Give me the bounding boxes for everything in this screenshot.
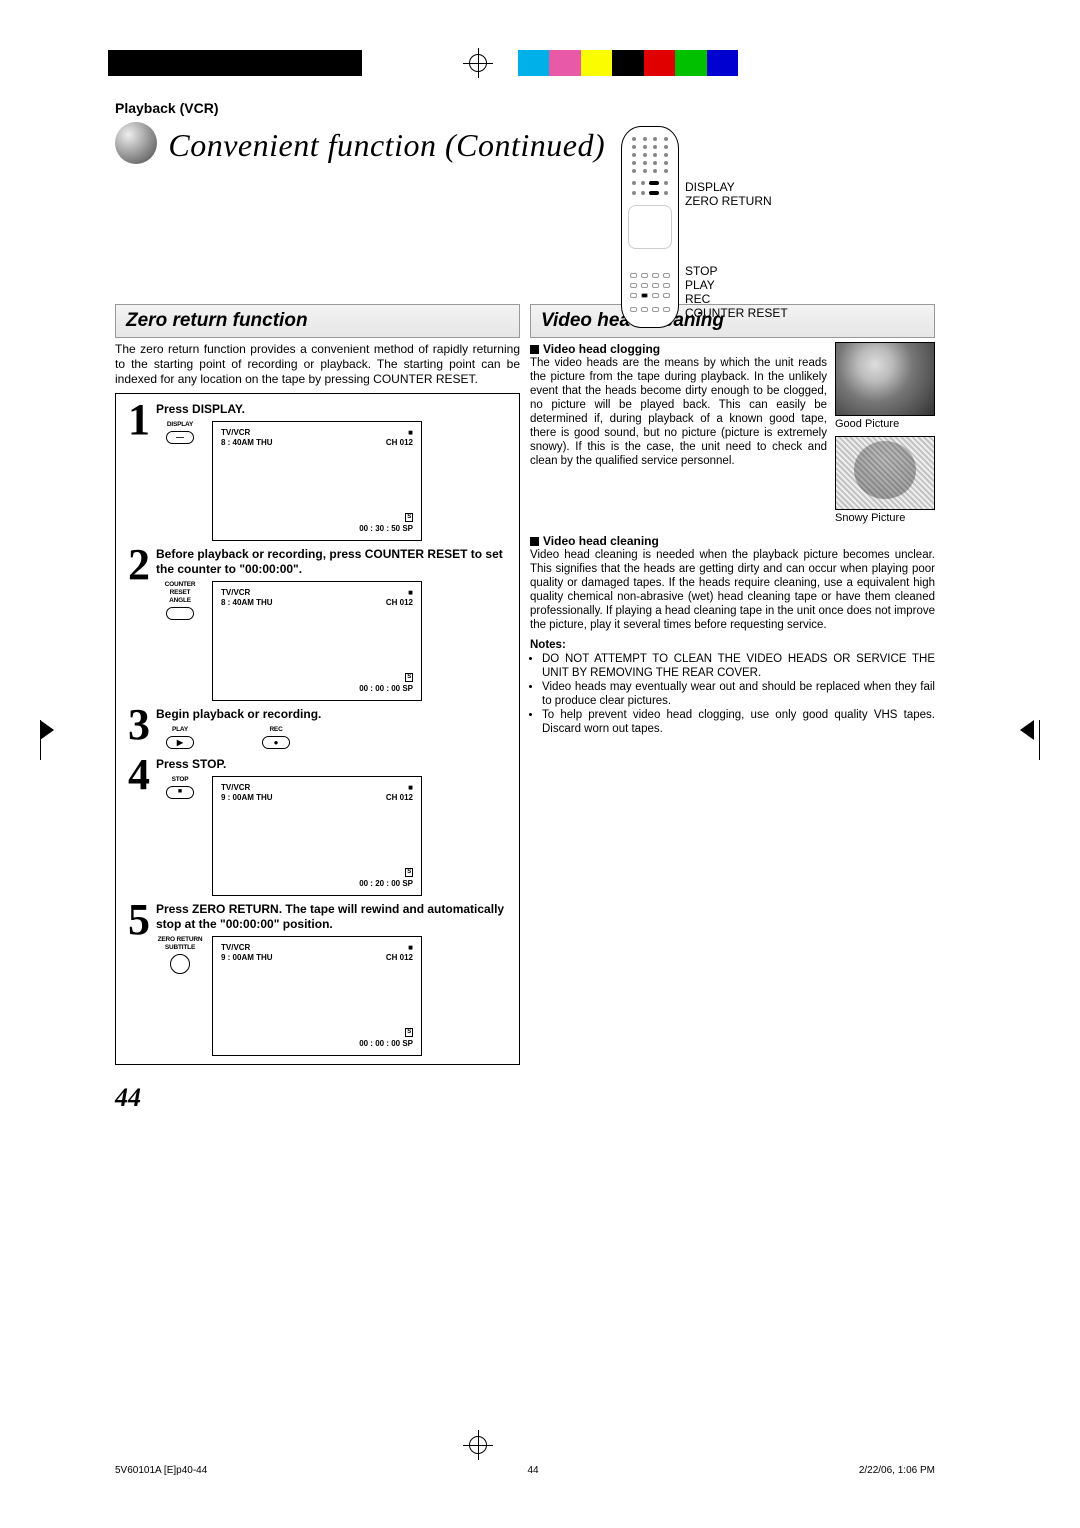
button-label: COUNTER RESET ANGLE <box>156 581 204 605</box>
crop-arrow-left <box>40 720 60 760</box>
footer-left: 5V60101A [E]p40-44 <box>115 1465 207 1476</box>
page-title: Convenient function (Continued) <box>168 127 605 163</box>
step-text: Press STOP. <box>156 757 226 771</box>
step-4: 4 Press STOP. STOP ■ TV/VCR■ 9 : 00 <box>122 757 513 896</box>
remote-diagram: DISPLAY ZERO RETURN STOP PLAY REC COUNTE… <box>621 126 931 328</box>
intro-text: The zero return function provides a conv… <box>115 342 520 387</box>
square-icon <box>530 345 539 354</box>
rec-button-icon: ● <box>262 736 290 749</box>
display-button-icon: — <box>166 431 194 444</box>
button-label: PLAY <box>156 726 204 734</box>
good-picture-label: Good Picture <box>835 418 935 430</box>
step-3: 3 Begin playback or recording. PLAY ▶ RE… <box>122 707 513 751</box>
step-5: 5 Press ZERO RETURN. The tape will rewin… <box>122 902 513 1056</box>
button-label: ZERO RETURN SUBTITLE <box>156 936 204 952</box>
sub-heading-cleaning: Video head cleaning <box>530 534 935 548</box>
callout-display: DISPLAY <box>685 180 788 194</box>
page-number: 44 <box>115 1083 520 1113</box>
remote-outline <box>621 126 679 328</box>
callout-rec: REC <box>685 292 788 306</box>
step-number: 4 <box>122 757 156 896</box>
step-2: 2 Before playback or recording, press CO… <box>122 547 513 701</box>
step-number: 2 <box>122 547 156 701</box>
notes-label: Notes: <box>530 639 566 651</box>
left-column: Zero return function The zero return fun… <box>115 304 520 1113</box>
osd-panel: TV/VCR■ 8 : 40AM THUCH 012 S00 : 30 : 50… <box>212 421 422 541</box>
square-icon <box>530 537 539 546</box>
callout-counter-reset: COUNTER RESET <box>685 306 788 320</box>
good-picture-image <box>835 342 935 416</box>
note-item: Video heads may eventually wear out and … <box>542 680 935 708</box>
osd-panel: TV/VCR■ 8 : 40AM THUCH 012 S00 : 00 : 00… <box>212 581 422 701</box>
button-label: DISPLAY <box>156 421 204 429</box>
registration-marks <box>0 46 1080 90</box>
button-label: STOP <box>156 776 204 784</box>
picture-examples: Good Picture Snowy Picture <box>835 342 935 530</box>
snowy-picture-image <box>835 436 935 510</box>
step-text: Press DISPLAY. <box>156 402 245 416</box>
crosshair-icon <box>463 1430 493 1460</box>
step-number: 5 <box>122 902 156 1056</box>
crosshair-icon <box>463 48 493 78</box>
paragraph: Video head cleaning is needed when the p… <box>530 548 935 632</box>
notes-block: Notes: DO NOT ATTEMPT TO CLEAN THE VIDEO… <box>530 638 935 736</box>
callout-zero-return: ZERO RETURN <box>685 194 788 208</box>
crop-arrow-right <box>1020 720 1040 760</box>
page-content: Playback (VCR) Convenient function (Cont… <box>115 100 935 1418</box>
zero-return-button-icon <box>170 954 190 974</box>
step-text: Press ZERO RETURN. The tape will rewind … <box>156 902 504 931</box>
callout-play: PLAY <box>685 278 788 292</box>
button-label: REC <box>252 726 300 734</box>
page-footer: 5V60101A [E]p40-44 44 2/22/06, 1:06 PM <box>115 1465 935 1476</box>
breadcrumb: Playback (VCR) <box>115 100 935 116</box>
callout-stop: STOP <box>685 264 788 278</box>
step-1: 1 Press DISPLAY. DISPLAY — TV/VCR■ <box>122 402 513 541</box>
remote-callouts: DISPLAY ZERO RETURN STOP PLAY REC COUNTE… <box>685 180 788 320</box>
step-text: Begin playback or recording. <box>156 707 321 721</box>
section-header-zero-return: Zero return function <box>115 304 520 338</box>
right-column: Video head cleaning Good Picture Snowy P… <box>530 304 935 1113</box>
osd-panel: TV/VCR■ 9 : 00AM THUCH 012 S00 : 20 : 00… <box>212 776 422 896</box>
color-bar <box>518 50 738 76</box>
step-number: 3 <box>122 707 156 751</box>
note-item: DO NOT ATTEMPT TO CLEAN THE VIDEO HEADS … <box>542 652 935 680</box>
step-number: 1 <box>122 402 156 541</box>
counter-reset-button-icon <box>166 607 194 620</box>
black-bar <box>108 50 362 76</box>
footer-right: 2/22/06, 1:06 PM <box>859 1465 935 1476</box>
play-button-icon: ▶ <box>166 736 194 749</box>
note-item: To help prevent video head clogging, use… <box>542 708 935 736</box>
snowy-picture-label: Snowy Picture <box>835 512 935 524</box>
stop-button-icon: ■ <box>166 786 194 799</box>
footer-center: 44 <box>528 1465 539 1476</box>
manual-page: Playback (VCR) Convenient function (Cont… <box>0 0 1080 1528</box>
sphere-icon <box>115 122 157 164</box>
step-text: Before playback or recording, press COUN… <box>156 547 503 576</box>
osd-panel: TV/VCR■ 9 : 00AM THUCH 012 S00 : 00 : 00… <box>212 936 422 1056</box>
